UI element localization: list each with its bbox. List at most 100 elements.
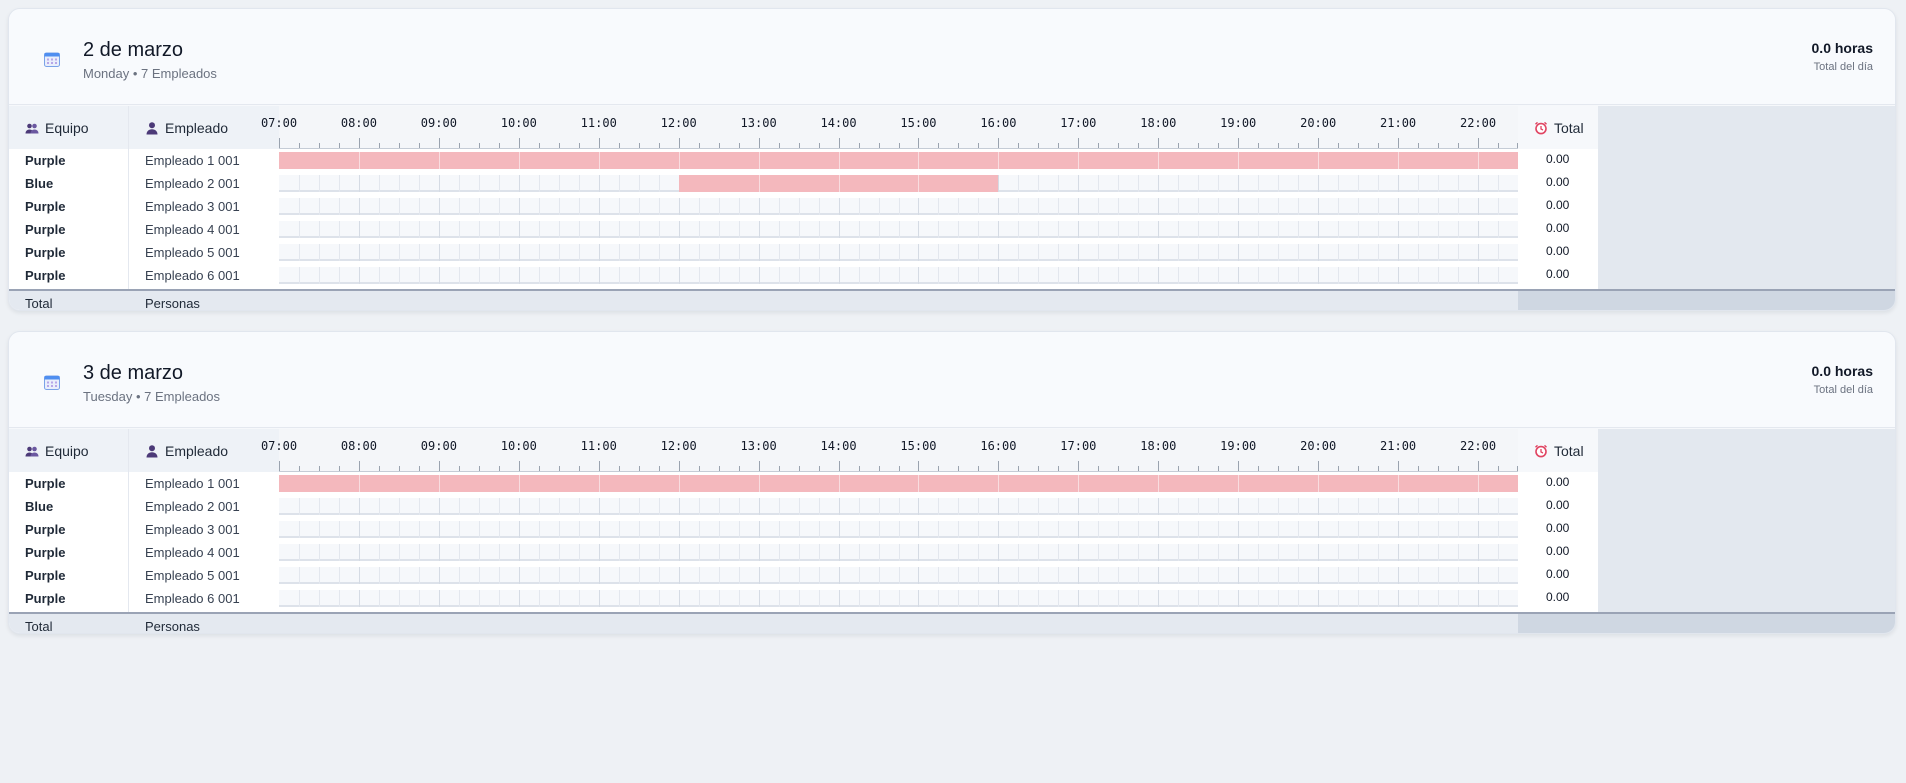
slot-divider [1218, 590, 1220, 607]
column-header-total[interactable]: Total [1518, 429, 1598, 472]
header-filler [1598, 429, 1895, 472]
timeline-track[interactable] [279, 241, 1518, 264]
slot-divider [1058, 521, 1060, 538]
slot-divider [878, 567, 880, 584]
axis-tick [1218, 466, 1220, 471]
slot-divider [1338, 544, 1340, 561]
slot-divider [718, 267, 720, 284]
slot-divider [998, 175, 1000, 192]
slot-divider [1078, 175, 1080, 192]
slot-divider [318, 267, 320, 284]
axis-tick [978, 466, 980, 471]
table-row: Purple Empleado 4 001 0.00 [9, 541, 1895, 564]
timeline-track[interactable] [279, 149, 1518, 172]
slot-divider [598, 521, 600, 538]
slot-divider [1458, 590, 1460, 607]
slot-divider [378, 544, 380, 561]
employee-cell[interactable]: Empleado 5 001 [129, 241, 279, 264]
employee-cell[interactable]: Empleado 4 001 [129, 218, 279, 241]
slot-divider [1338, 198, 1340, 215]
axis-tick [558, 143, 560, 148]
column-header-employee[interactable]: Empleado [129, 106, 279, 149]
axis-tick [418, 466, 420, 471]
slot-divider [1258, 267, 1260, 284]
employee-cell[interactable]: Empleado 6 001 [129, 264, 279, 287]
slot-divider [798, 567, 800, 584]
timeline-track[interactable] [279, 264, 1518, 287]
column-header-employee-label: Empleado [165, 119, 229, 136]
slot-divider [678, 567, 680, 584]
timeline-track[interactable] [279, 518, 1518, 541]
column-header-team[interactable]: Equipo [9, 106, 129, 149]
shift-bar[interactable] [678, 175, 999, 192]
shift-bar[interactable] [279, 475, 1518, 492]
slot-divider [578, 244, 580, 261]
timeline-slots [279, 198, 1518, 215]
timeline-track[interactable] [279, 472, 1518, 495]
timeline-track[interactable] [279, 541, 1518, 564]
shift-hour-divider [838, 152, 840, 169]
column-header-employee[interactable]: Empleado [129, 429, 279, 472]
slot-divider [1378, 244, 1380, 261]
slot-divider [798, 267, 800, 284]
slot-divider [698, 498, 700, 515]
employee-cell[interactable]: Empleado 4 001 [129, 541, 279, 564]
team-cell: Blue [9, 172, 129, 195]
employee-cell[interactable]: Empleado 1 001 [129, 149, 279, 172]
column-header-total[interactable]: Total [1518, 106, 1598, 149]
timeline-track[interactable] [279, 587, 1518, 610]
slot-divider [838, 198, 840, 215]
shift-bar[interactable] [279, 152, 1518, 169]
shift-hour-divider [438, 475, 440, 492]
timeline-track[interactable] [279, 564, 1518, 587]
axis-tick [1378, 143, 1380, 148]
employee-cell[interactable]: Empleado 3 001 [129, 518, 279, 541]
slot-divider [738, 244, 740, 261]
slot-divider [338, 590, 340, 607]
axis-tick [1018, 143, 1020, 148]
employee-cell[interactable]: Empleado 1 001 [129, 472, 279, 495]
timeline-track[interactable] [279, 195, 1518, 218]
timeline-track[interactable] [279, 172, 1518, 195]
employee-cell[interactable]: Empleado 2 001 [129, 495, 279, 518]
slot-divider [858, 267, 860, 284]
slot-divider [678, 521, 680, 538]
employee-cell[interactable]: Empleado 2 001 [129, 172, 279, 195]
slot-divider [458, 267, 460, 284]
employee-cell[interactable]: Empleado 5 001 [129, 564, 279, 587]
employee-cell[interactable]: Empleado 6 001 [129, 587, 279, 610]
slot-divider [438, 544, 440, 561]
slot-divider [1438, 244, 1440, 261]
slot-divider [418, 498, 420, 515]
hour-label: 12:00 [660, 116, 697, 130]
hour-label: 17:00 [1060, 439, 1097, 453]
slot-divider [358, 175, 360, 192]
slot-divider [418, 198, 420, 215]
team-cell: Purple [9, 195, 129, 218]
slot-divider [738, 498, 740, 515]
row-total: 0.00 [1518, 264, 1598, 287]
slot-divider [1458, 175, 1460, 192]
slot-divider [318, 221, 320, 238]
slot-divider [658, 244, 660, 261]
slot-divider [1038, 567, 1040, 584]
slot-divider [758, 567, 760, 584]
slot-divider [1278, 221, 1280, 238]
slot-divider [478, 175, 480, 192]
slot-divider [1418, 521, 1420, 538]
team-cell: Purple [9, 149, 129, 172]
shift-hour-divider [998, 152, 1000, 169]
slot-divider [1138, 198, 1140, 215]
slot-divider [438, 590, 440, 607]
slot-divider [298, 244, 300, 261]
slot-divider [818, 521, 820, 538]
timeline-track[interactable] [279, 495, 1518, 518]
slot-divider [1378, 521, 1380, 538]
slot-divider [858, 521, 860, 538]
timeline-track[interactable] [279, 218, 1518, 241]
axis-tick [1118, 466, 1120, 471]
slot-divider [1078, 567, 1080, 584]
slot-divider [638, 221, 640, 238]
employee-cell[interactable]: Empleado 3 001 [129, 195, 279, 218]
column-header-team[interactable]: Equipo [9, 429, 129, 472]
